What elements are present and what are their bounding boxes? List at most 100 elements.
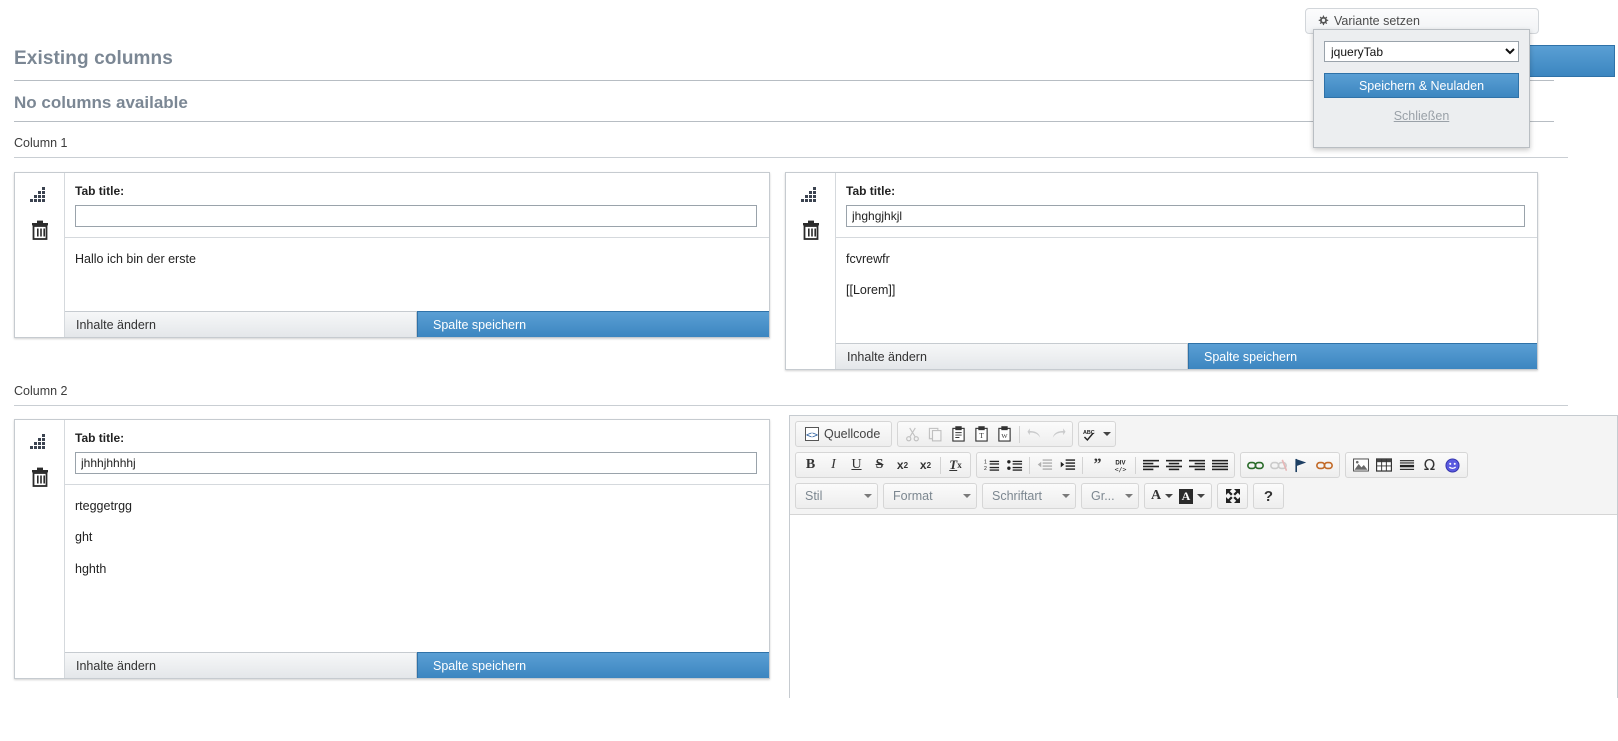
drag-handle-icon[interactable] [29, 185, 51, 205]
format-combo-label: Format [893, 489, 933, 503]
editor-toolbar-row-3: Stil Format Schriftart Gr... A [795, 483, 1613, 509]
save-and-reload-button[interactable]: Speichern & Neuladen [1324, 73, 1519, 98]
edit-content-button[interactable]: Inhalte ändern [65, 652, 417, 678]
unlink-icon[interactable] [1268, 455, 1289, 475]
redo-icon[interactable] [1047, 424, 1068, 444]
svg-text:1: 1 [984, 460, 987, 466]
image-icon[interactable] [1350, 455, 1371, 475]
spellcheck-icon[interactable]: ABC [1083, 424, 1111, 444]
tab-title-input[interactable] [75, 452, 757, 474]
toolbar-separator [1082, 457, 1083, 474]
anchor-icon[interactable] [1291, 455, 1312, 475]
indent-icon[interactable] [1057, 455, 1078, 475]
drag-handle-icon[interactable] [29, 432, 51, 452]
tab-title-input[interactable] [75, 205, 757, 227]
divider [14, 405, 1568, 406]
panel-gutter [15, 173, 65, 337]
blockquote-icon[interactable]: ” [1087, 455, 1108, 475]
trash-icon[interactable] [800, 219, 822, 243]
div-container-icon[interactable]: DIV </> [1110, 455, 1131, 475]
column-2-label: Column 2 [14, 384, 68, 398]
editor-content-area[interactable] [790, 515, 1617, 700]
toolbar-group-spellcheck: ABC [1078, 421, 1116, 447]
tab-panel-c2-t1: Tab title: rteggetrgg ght hghth Inhalte … [14, 419, 770, 679]
content-paragraph: [[Lorem]] [846, 283, 1527, 297]
svg-text:2: 2 [984, 466, 987, 472]
text-color-icon[interactable]: A [1149, 486, 1175, 506]
align-left-icon[interactable] [1140, 455, 1161, 475]
toolbar-group-about: ? [1253, 483, 1284, 509]
tab-title-label: Tab title: [75, 431, 757, 445]
anchor-link-icon[interactable] [1314, 455, 1335, 475]
edit-content-button[interactable]: Inhalte ändern [836, 343, 1188, 369]
edit-content-button[interactable]: Inhalte ändern [65, 311, 417, 337]
link-icon[interactable] [1245, 455, 1266, 475]
trash-icon[interactable] [29, 466, 51, 490]
size-combo[interactable]: Gr... [1081, 483, 1139, 509]
align-justify-icon[interactable] [1209, 455, 1230, 475]
special-char-icon[interactable]: Ω [1419, 455, 1440, 475]
copy-icon[interactable] [925, 424, 946, 444]
numbered-list-icon[interactable]: 1 2 [981, 455, 1002, 475]
save-column-button[interactable]: Spalte speichern [417, 311, 769, 337]
content-paragraph: ght [75, 530, 759, 544]
variante-popup: jqueryTab Speichern & Neuladen Schließen [1313, 29, 1530, 148]
tab-content: fcvrewfr [[Lorem]] [836, 238, 1537, 343]
bulleted-list-icon[interactable] [1004, 455, 1025, 475]
subscript-icon[interactable]: x2 [892, 455, 913, 475]
background-color-icon[interactable]: A [1177, 486, 1207, 506]
toolbar-group-colors: A A [1144, 483, 1212, 509]
format-combo[interactable]: Format [883, 483, 977, 509]
panel-body: Tab title: fcvrewfr [[Lorem]] Inhalte än… [836, 173, 1537, 369]
font-combo[interactable]: Schriftart [982, 483, 1076, 509]
svg-text:</>: </> [1115, 465, 1127, 472]
help-icon[interactable]: ? [1258, 486, 1279, 506]
variante-setzen-label: Variante setzen [1334, 14, 1420, 28]
tab-title-input[interactable] [846, 205, 1525, 227]
style-combo[interactable]: Stil [795, 483, 878, 509]
paste-word-icon[interactable]: W [994, 424, 1015, 444]
toolbar-group-clipboard: T W [897, 421, 1073, 447]
underline-icon[interactable]: U [846, 455, 867, 475]
toolbar-separator [940, 457, 941, 474]
panel-gutter [786, 173, 836, 369]
align-right-icon[interactable] [1186, 455, 1207, 475]
trash-icon[interactable] [29, 219, 51, 243]
close-popup-link[interactable]: Schließen [1324, 109, 1519, 123]
source-icon[interactable]: <> Quellcode [800, 424, 887, 444]
save-column-button[interactable]: Spalte speichern [417, 652, 769, 678]
smiley-icon[interactable] [1442, 455, 1463, 475]
toolbar-group-links [1240, 452, 1340, 478]
horizontal-rule-icon[interactable] [1396, 455, 1417, 475]
table-icon[interactable] [1373, 455, 1394, 475]
toolbar-group-basicstyles: B I U S x2 x2 Tx [795, 452, 971, 478]
toolbar-separator [1019, 426, 1020, 443]
divider [14, 157, 1568, 158]
paste-icon[interactable] [948, 424, 969, 444]
outdent-icon[interactable] [1034, 455, 1055, 475]
content-paragraph: hghth [75, 562, 759, 576]
toolbar-group-paragraph: 1 2 [976, 452, 1235, 478]
chevron-down-icon [1103, 432, 1111, 436]
chevron-down-icon [864, 494, 872, 498]
italic-icon[interactable]: I [823, 455, 844, 475]
variante-select[interactable]: jqueryTab [1324, 41, 1519, 62]
tab-panel-c1-t1: Tab title: Hallo ich bin der erste Inhal… [14, 172, 770, 338]
undo-icon[interactable] [1024, 424, 1045, 444]
strikethrough-icon[interactable]: S [869, 455, 890, 475]
panel-body: Tab title: Hallo ich bin der erste Inhal… [65, 173, 769, 337]
drag-handle-icon[interactable] [800, 185, 822, 205]
bold-icon[interactable]: B [800, 455, 821, 475]
chevron-down-icon [1125, 494, 1133, 498]
save-column-button[interactable]: Spalte speichern [1188, 343, 1537, 369]
remove-format-icon[interactable]: Tx [945, 455, 966, 475]
toolbar-group-tools [1217, 483, 1248, 509]
cut-icon[interactable] [902, 424, 923, 444]
paste-text-icon[interactable]: T [971, 424, 992, 444]
toolbar-separator [1029, 457, 1030, 474]
column-2-label-wrap: Column 2 [14, 384, 1568, 413]
align-center-icon[interactable] [1163, 455, 1184, 475]
superscript-icon[interactable]: x2 [915, 455, 936, 475]
column-1-label: Column 1 [14, 136, 68, 150]
maximize-icon[interactable] [1222, 486, 1243, 506]
